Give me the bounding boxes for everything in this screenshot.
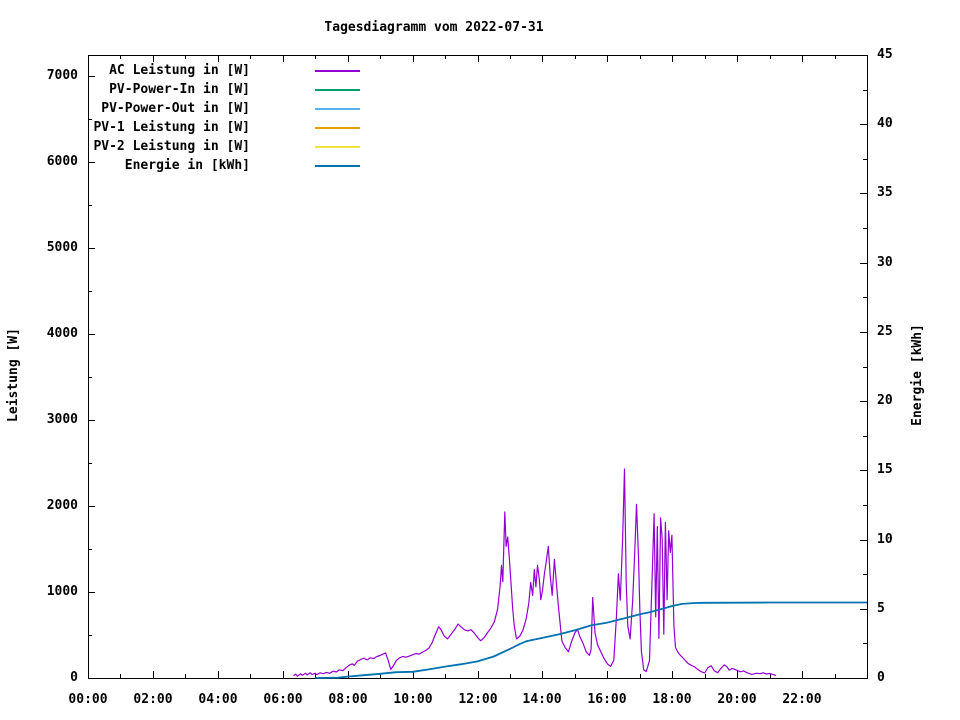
y2-tick-label: 10 bbox=[877, 532, 893, 548]
x-tick-label: 00:00 bbox=[56, 692, 120, 708]
x-tick-label: 06:00 bbox=[251, 692, 315, 708]
y2-axis-label: Energie [kWh] bbox=[910, 324, 926, 426]
legend-label-pv_in: PV-Power-In in [W] bbox=[109, 82, 250, 98]
legend-label-energie: Energie in [kWh] bbox=[125, 158, 250, 174]
y-axis-label: Leistung [W] bbox=[6, 328, 22, 422]
x-tick-label: 10:00 bbox=[381, 692, 445, 708]
legend-label-pv2: PV-2 Leistung in [W] bbox=[93, 139, 250, 155]
y2-tick-label: 5 bbox=[877, 601, 885, 617]
y-tick-label: 6000 bbox=[8, 154, 78, 170]
legend-line-sample-energie bbox=[315, 165, 360, 167]
chart-title: Tagesdiagramm vom 2022-07-31 bbox=[324, 20, 543, 36]
x-tick-label: 14:00 bbox=[510, 692, 574, 708]
y2-tick-label: 25 bbox=[877, 324, 893, 340]
y-tick-label: 2000 bbox=[8, 498, 78, 514]
x-tick-label: 22:00 bbox=[770, 692, 834, 708]
legend-line-sample-pv1 bbox=[315, 127, 360, 129]
x-tick-label: 20:00 bbox=[705, 692, 769, 708]
y-tick-label: 3000 bbox=[8, 412, 78, 428]
y2-tick-label: 15 bbox=[877, 462, 893, 478]
legend-line-sample-pv_in bbox=[315, 89, 360, 91]
x-tick-label: 02:00 bbox=[121, 692, 185, 708]
legend-line-sample-pv_out bbox=[315, 108, 360, 110]
legend-line-sample-ac bbox=[315, 70, 360, 72]
x-tick-label: 08:00 bbox=[316, 692, 380, 708]
legend-label-ac: AC Leistung in [W] bbox=[109, 63, 250, 79]
y2-tick-label: 30 bbox=[877, 255, 893, 271]
y2-tick-label: 35 bbox=[877, 185, 893, 201]
y-tick-label: 4000 bbox=[8, 326, 78, 342]
y-tick-label: 7000 bbox=[8, 68, 78, 84]
chart-canvas: Tagesdiagramm vom 2022-07-31 Leistung [W… bbox=[0, 0, 960, 720]
legend-line-sample-pv2 bbox=[315, 146, 360, 148]
y-tick-label: 5000 bbox=[8, 240, 78, 256]
y2-tick-label: 0 bbox=[877, 670, 885, 686]
y2-tick-label: 40 bbox=[877, 116, 893, 132]
y2-tick-label: 45 bbox=[877, 47, 893, 63]
x-tick-label: 18:00 bbox=[640, 692, 704, 708]
x-tick-label: 04:00 bbox=[186, 692, 250, 708]
y-tick-label: 1000 bbox=[8, 584, 78, 600]
y-tick-label: 0 bbox=[8, 670, 78, 686]
legend-label-pv1: PV-1 Leistung in [W] bbox=[93, 120, 250, 136]
series-line-ac bbox=[294, 469, 777, 676]
y2-tick-label: 20 bbox=[877, 393, 893, 409]
x-tick-label: 16:00 bbox=[575, 692, 639, 708]
legend-label-pv_out: PV-Power-Out in [W] bbox=[101, 101, 250, 117]
x-tick-label: 12:00 bbox=[446, 692, 510, 708]
